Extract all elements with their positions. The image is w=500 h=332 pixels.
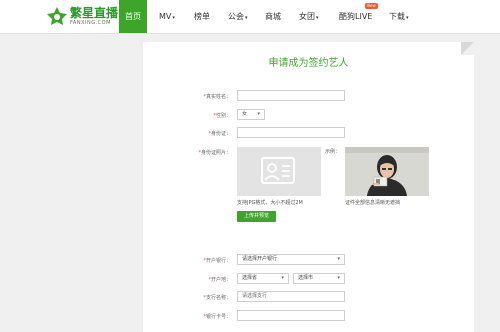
nav-mall[interactable]: 商城 [265,0,281,33]
nav-mv[interactable]: MV▾ [159,0,175,33]
example-id-photo [345,147,429,196]
new-badge: New [365,3,378,9]
card-number-input[interactable] [237,310,345,321]
example-label: 示例： [325,149,341,155]
star-logo-icon [47,7,67,25]
province-select[interactable]: 选择省 ▾ [237,273,289,284]
nav-rank-label: 榜单 [194,12,210,21]
caret-down-icon: ▾ [257,111,260,117]
gender-select[interactable]: 女 ▾ [237,109,265,120]
gender-label: *性别： [213,113,231,119]
name-label: *真实姓名： [203,94,231,100]
id-number-label: *身份证： [208,131,231,137]
bank-label: *开户银行： [203,258,231,264]
nav-guild-label: 公会 [228,12,244,21]
caret-down-icon: ▾ [337,256,340,262]
id-photo-label: *身份证照片： [198,150,231,156]
nav-girl-group-label: 女团 [299,12,315,21]
bank-select[interactable]: 请选择开户银行 ▾ [237,254,345,265]
nav-home[interactable]: 首页 [119,0,147,33]
nav-rank[interactable]: 榜单 [194,0,210,33]
site-logo[interactable]: 繁星直播 FANXING.COM [46,4,119,30]
nav-girl-group[interactable]: 女团▾ [299,0,319,33]
example-hint: 证件全部信息清晰无遮挡 [345,200,401,206]
page-title: 申请成为签约艺人 [268,58,349,69]
province-value: 选择省 [242,275,258,281]
real-name-input[interactable] [237,90,345,101]
location-label: *开户地： [208,277,231,283]
branch-input-placeholder: 请选择支行 [242,293,268,299]
top-navigation: 繁星直播 FANXING.COM 首页 MV▾ 榜单 公会▾ 商城 女团▾ 酷狗… [0,0,500,34]
id-card-icon [261,157,295,184]
logo-text: 繁星直播 [70,6,119,20]
id-number-input[interactable] [237,127,345,138]
caret-down-icon: ▾ [172,15,175,21]
caret-down-icon: ▾ [245,15,248,21]
caret-down-icon: ▾ [337,275,340,281]
card-number-label: *银行卡号： [203,314,231,320]
city-select[interactable]: 选择市 ▾ [293,273,345,284]
gender-value: 女 [242,111,248,117]
photo-format-hint: 支持JPG格式，大小不超过2M [237,200,303,206]
logo-subtext: FANXING.COM [70,20,111,26]
nav-mall-label: 商城 [265,12,281,21]
nav-kugou-live-label: 酷狗LIVE [339,12,373,21]
city-value: 选择市 [298,275,314,281]
nav-download[interactable]: 下载▾ [389,0,409,33]
branch-label: *支行名称： [203,295,231,301]
nav-guild[interactable]: 公会▾ [228,0,248,33]
nav-home-label: 首页 [125,12,141,21]
caret-down-icon: ▾ [406,15,409,21]
caret-down-icon: ▾ [281,275,284,281]
bank-select-value: 请选择开户银行 [242,256,278,262]
nav-download-label: 下载 [389,12,405,21]
upload-preview-button[interactable]: 上传并预览 [237,211,276,222]
caret-down-icon: ▾ [316,15,319,21]
nav-mv-label: MV [159,12,172,21]
branch-input[interactable]: 请选择支行 [237,291,345,302]
